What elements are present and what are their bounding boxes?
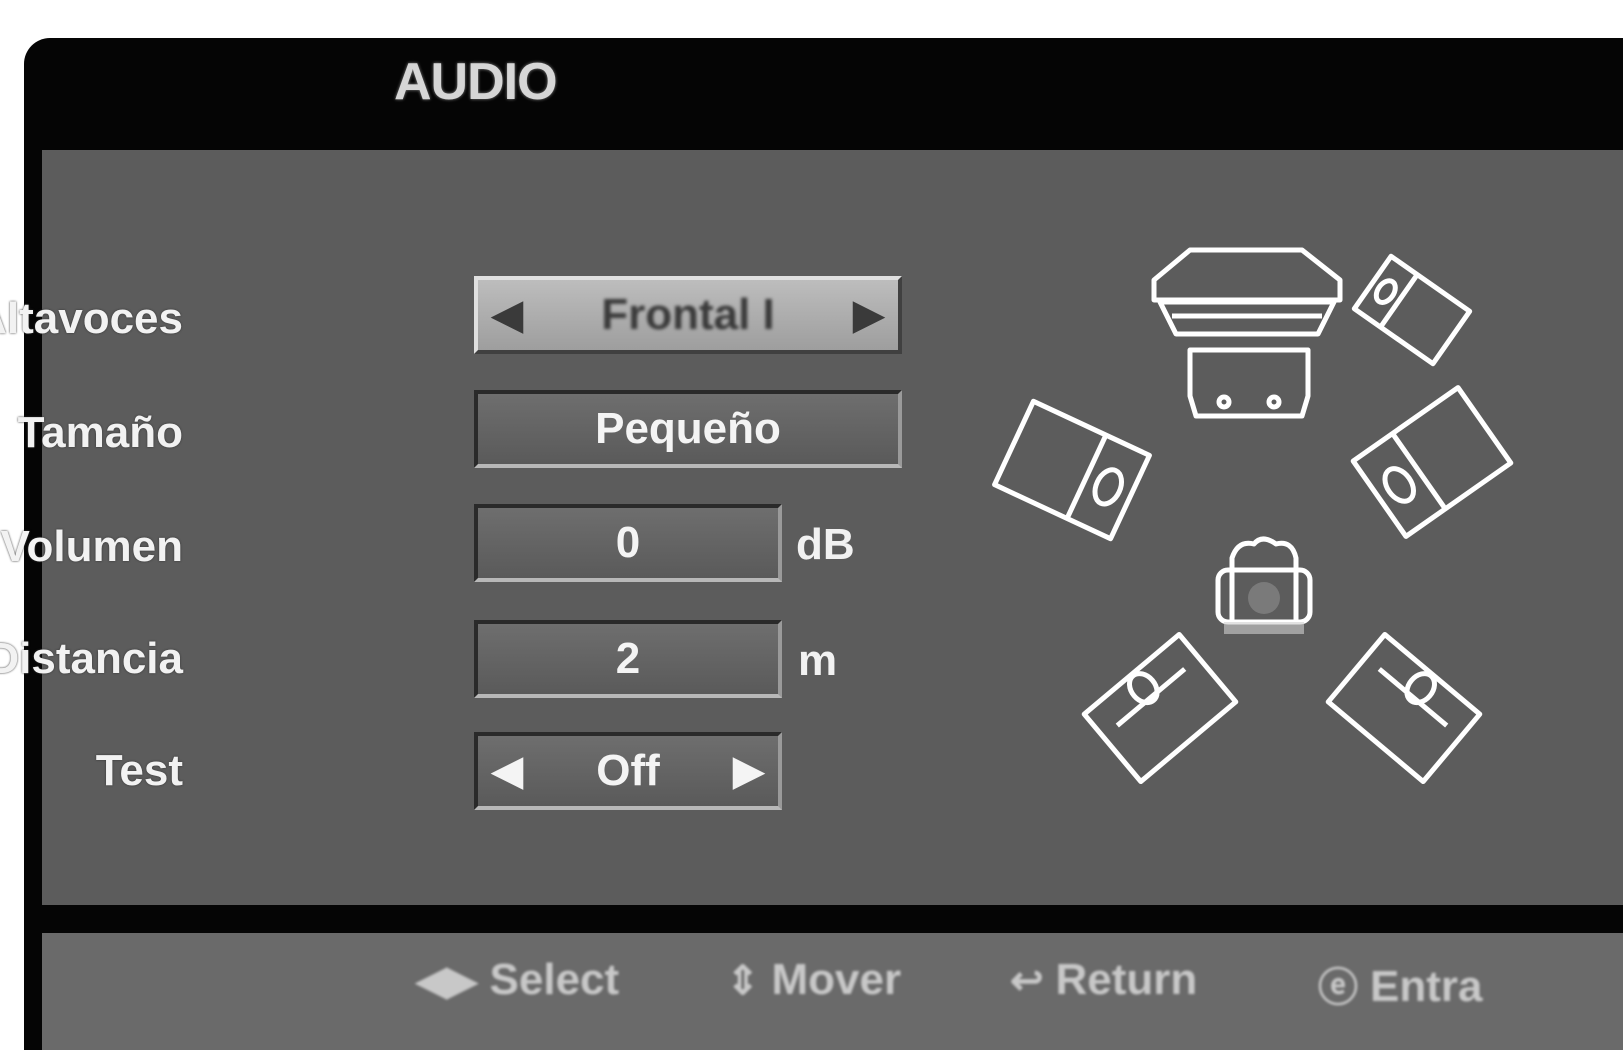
select-icon: ◀▶ [416, 959, 478, 1003]
arrow-right-icon[interactable]: ▶ [719, 748, 778, 794]
hint-enter: ⓔ Entra [1318, 962, 1483, 1011]
tv-icon [1151, 247, 1343, 337]
volume-field[interactable]: 0 [474, 504, 782, 582]
speakers-selector[interactable]: ◀ Frontal I ▶ [474, 276, 902, 354]
volume-unit: dB [796, 520, 855, 569]
audio-setup-screen: AUDIO Altavoces ◀ Frontal I ▶ Tamaño Peq… [0, 38, 1623, 1050]
volume-value: 0 [615, 518, 641, 567]
subwoofer-icon[interactable] [1351, 253, 1473, 367]
move-icon: ⇕ [726, 959, 760, 1003]
size-label: Tamaño [17, 408, 183, 457]
size-value: Pequeño [595, 404, 781, 453]
arrow-left-icon[interactable]: ◀ [478, 292, 537, 338]
distance-label: Distancia [0, 634, 183, 683]
test-value: Off [596, 746, 660, 795]
front-right-speaker-icon[interactable] [1350, 385, 1514, 539]
rear-right-speaker-icon[interactable] [1325, 631, 1483, 785]
volume-label: Volumen [0, 522, 183, 571]
speakers-value: Frontal I [601, 290, 775, 339]
center-speaker-icon[interactable] [1187, 347, 1311, 419]
enter-icon: ⓔ [1318, 966, 1358, 1010]
arrow-left-icon[interactable]: ◀ [478, 748, 537, 794]
footer-hints: ◀▶ Select ⇕ Mover ↩ Return ⓔ Entra [42, 933, 1623, 1050]
test-label: Test [95, 746, 183, 795]
return-icon: ↩ [1010, 959, 1044, 1003]
distance-value: 2 [615, 634, 641, 683]
rear-left-speaker-icon[interactable] [1081, 631, 1239, 785]
speakers-label: Altavoces [0, 294, 183, 343]
page-title: AUDIO [394, 53, 558, 111]
front-left-speaker-icon[interactable] [992, 398, 1152, 542]
hint-select: ◀▶ Select [416, 955, 620, 1004]
speaker-layout-diagram [992, 247, 1514, 785]
distance-field[interactable]: 2 [474, 620, 782, 698]
settings-panel: Altavoces ◀ Frontal I ▶ Tamaño Pequeño V… [0, 150, 1623, 905]
test-selector[interactable]: ◀ Off ▶ [474, 732, 782, 810]
hint-return: ↩ Return [1010, 955, 1198, 1004]
distance-unit: m [798, 636, 838, 685]
arrow-right-icon[interactable]: ▶ [839, 292, 898, 338]
hint-move: ⇕ Mover [726, 955, 902, 1004]
size-field[interactable]: Pequeño [474, 390, 902, 468]
